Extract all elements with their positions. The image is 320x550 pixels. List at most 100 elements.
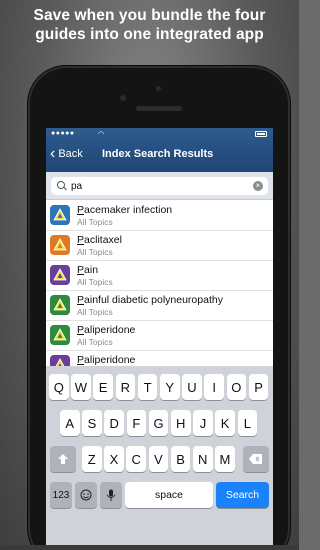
back-button[interactable]: ‹ Back — [50, 145, 83, 162]
key-t[interactable]: T — [137, 374, 158, 400]
guide-app-icon — [50, 325, 70, 345]
key-m[interactable]: M — [215, 446, 235, 472]
key-a[interactable]: A — [60, 410, 80, 436]
result-title-rest: aclitaxel — [84, 234, 122, 246]
result-title-rest: acemaker infection — [84, 204, 173, 216]
result-title-rest: aliperidone — [84, 354, 136, 366]
key-l[interactable]: L — [237, 410, 258, 436]
result-row[interactable]: PaliperidoneAll Topics — [46, 351, 273, 366]
keyboard-row-3: ZXCVBNM — [46, 446, 273, 472]
result-title: Paclitaxel — [77, 234, 122, 246]
key-y[interactable]: Y — [160, 374, 180, 400]
guide-app-icon — [50, 295, 70, 315]
keyboard: QWERTYUIOP ASDFGHJKL ZXCVBNM 123 space S… — [46, 366, 273, 548]
results-list: Pacemaker infection All Topics Paclitaxel A… — [46, 201, 273, 366]
key-g[interactable]: G — [148, 410, 169, 436]
emoji-icon — [80, 489, 92, 501]
numbers-key[interactable]: 123 — [50, 482, 72, 508]
key-q[interactable]: Q — [49, 374, 69, 400]
backspace-icon — [249, 454, 262, 464]
keyboard-row-4: 123 space Search — [46, 482, 273, 508]
result-subtitle: All Topics — [77, 277, 113, 287]
result-title-match: P — [77, 324, 85, 336]
result-row[interactable]: Pacemaker infection All Topics — [46, 201, 273, 231]
result-title: Paliperidone — [77, 354, 135, 366]
clear-icon[interactable]: × — [253, 181, 263, 191]
camera-icon — [120, 95, 126, 101]
key-b[interactable]: B — [170, 446, 191, 472]
result-title-match: P — [77, 294, 85, 306]
page-title: Index Search Results — [102, 148, 214, 160]
shift-key[interactable] — [50, 446, 76, 472]
microphone-icon — [106, 489, 116, 501]
result-title-rest: aliperidone — [84, 324, 136, 336]
key-f[interactable]: F — [126, 410, 147, 436]
result-title: Paliperidone — [77, 324, 135, 336]
key-r[interactable]: R — [115, 374, 136, 400]
chevron-left-icon: ‹ — [50, 145, 56, 162]
result-title-match: P — [77, 354, 85, 366]
triangle-logo-icon — [53, 328, 67, 341]
result-title-match: P — [77, 264, 85, 276]
key-u[interactable]: U — [182, 374, 202, 400]
result-row[interactable]: Pain All Topics — [46, 261, 273, 291]
guide-app-icon — [50, 235, 70, 255]
triangle-logo-icon — [53, 268, 67, 281]
search-key[interactable]: Search — [216, 482, 269, 508]
page-bottom-edge — [0, 545, 299, 550]
key-j[interactable]: J — [193, 410, 213, 436]
key-p[interactable]: P — [248, 374, 269, 400]
triangle-logo-icon — [53, 238, 67, 251]
key-o[interactable]: O — [226, 374, 247, 400]
space-key[interactable]: space — [125, 482, 213, 508]
search-icon — [56, 180, 68, 192]
back-label: Back — [58, 148, 83, 160]
triangle-logo-icon — [53, 298, 67, 311]
result-title: Painful diabetic polyneuropathy — [77, 294, 223, 306]
result-subtitle: All Topics — [77, 247, 113, 257]
triangle-logo-icon — [55, 358, 65, 366]
emoji-key[interactable] — [75, 482, 97, 508]
headline-line-1: Save when you bundle the four — [33, 7, 266, 24]
key-w[interactable]: W — [71, 374, 91, 400]
search-input-value: pa — [71, 180, 83, 192]
headline-line-2: guides into one integrated app — [35, 26, 264, 43]
key-z[interactable]: Z — [82, 446, 102, 472]
result-row[interactable]: Painful diabetic polyneuropathy All Topic… — [46, 291, 273, 321]
triangle-logo-icon — [53, 208, 67, 221]
search-input[interactable]: pa × — [51, 177, 268, 195]
navigation-bar: ●●●●● ◠ ‹ Back Index Search Results — [46, 128, 273, 172]
key-h[interactable]: H — [171, 410, 191, 436]
result-title-rest: ainful diabetic polyneuropathy — [84, 294, 223, 306]
result-title: Pacemaker infection — [77, 204, 172, 216]
key-k[interactable]: K — [215, 410, 235, 436]
result-row[interactable]: PaliperidoneAll Topics — [46, 321, 273, 351]
phone-screen: ●●●●● ◠ ‹ Back Index Search Results pa ×… — [46, 128, 273, 548]
sensor-icon — [156, 86, 161, 91]
keyboard-row-1: QWERTYUIOP — [46, 374, 273, 400]
key-e[interactable]: E — [93, 374, 113, 400]
key-x[interactable]: X — [104, 446, 124, 472]
shift-icon — [58, 454, 68, 464]
key-v[interactable]: V — [148, 446, 169, 472]
signal-icon: ●●●●● — [51, 130, 75, 137]
wifi-icon: ◠ — [98, 131, 105, 138]
keyboard-row-2: ASDFGHJKL — [46, 410, 273, 436]
key-d[interactable]: D — [104, 410, 124, 436]
result-title-match: P — [77, 234, 85, 246]
key-i[interactable]: I — [204, 374, 224, 400]
result-title-match: P — [77, 204, 85, 216]
dictation-key[interactable] — [100, 482, 122, 508]
result-title-rest: ain — [84, 264, 99, 276]
guide-app-icon — [50, 355, 70, 366]
result-row[interactable]: Paclitaxel All Topics — [46, 231, 273, 261]
key-c[interactable]: C — [126, 446, 146, 472]
search-bar: pa × — [46, 172, 273, 200]
battery-icon — [255, 131, 267, 137]
key-n[interactable]: N — [193, 446, 213, 472]
delete-key[interactable] — [243, 446, 269, 472]
key-s[interactable]: S — [82, 410, 102, 436]
speaker-grille — [136, 106, 182, 111]
phone-frame: ●●●●● ◠ ‹ Back Index Search Results pa ×… — [28, 66, 290, 550]
result-subtitle: All Topics — [77, 337, 113, 347]
